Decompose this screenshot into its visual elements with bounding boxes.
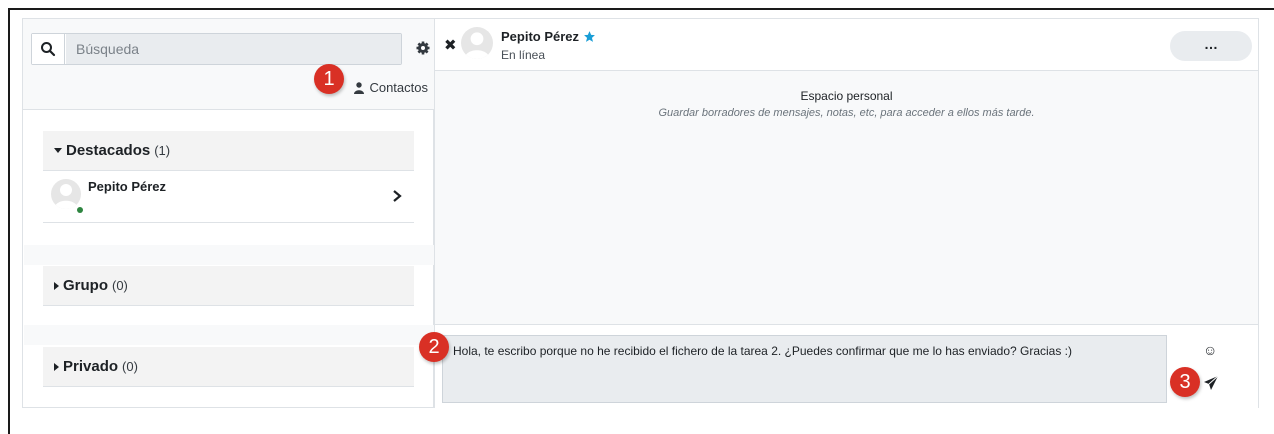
contacts-panel-header: Contactos [23, 19, 434, 110]
contacts-panel: Contactos Destacados (1) Pepito Pérez [22, 18, 434, 408]
section-group: Grupo (0) [43, 266, 414, 306]
star-icon [584, 31, 595, 42]
caret-down-icon [54, 148, 62, 153]
section-count: (1) [154, 143, 171, 158]
self-space-subtitle: Guardar borradores de mensajes, notas, e… [658, 107, 1035, 119]
peer-name-label: Pepito Pérez [501, 29, 580, 44]
contact-row[interactable]: Pepito Pérez [43, 171, 414, 223]
self-space-title: Espacio personal [800, 89, 893, 103]
search-input[interactable] [66, 34, 401, 64]
search-button[interactable] [32, 34, 65, 64]
user-icon [354, 81, 365, 94]
message-input[interactable]: Hola, te escribo porque no he recibido e… [442, 335, 1167, 403]
contacts-link[interactable]: Contactos [354, 80, 428, 95]
section-separator [24, 245, 434, 265]
section-title: Destacados [66, 142, 151, 159]
caret-right-icon [54, 362, 59, 371]
section-group-header[interactable]: Grupo (0) [43, 266, 414, 306]
annotation-marker-1: 1 [314, 64, 344, 94]
send-icon[interactable] [1203, 375, 1219, 391]
peer-name[interactable]: Pepito Pérez [501, 29, 596, 44]
search-icon [41, 42, 56, 57]
close-icon[interactable]: ✖ [444, 36, 457, 54]
section-private-header[interactable]: Privado (0) [43, 347, 414, 387]
chevron-right-icon [393, 190, 402, 202]
default-avatar-icon [464, 32, 490, 59]
caret-right-icon [54, 281, 59, 290]
conversation-header: ✖ Pepito Pérez En línea … [435, 19, 1258, 71]
contact-name: Pepito Pérez [88, 179, 167, 194]
online-indicator [77, 207, 83, 213]
section-starred: Destacados (1) Pepito Pérez [43, 131, 414, 223]
annotation-marker-2: 2 [419, 332, 449, 362]
section-title: Grupo [63, 277, 108, 294]
section-separator [24, 325, 434, 345]
contacts-link-label: Contactos [369, 80, 428, 95]
default-avatar-icon [54, 184, 78, 209]
section-title: Privado [63, 358, 119, 375]
annotation-marker-3: 3 [1170, 367, 1200, 397]
conversation-panel: ✖ Pepito Pérez En línea … Espacio person… [434, 18, 1259, 408]
peer-status: En línea [501, 48, 546, 62]
emoji-icon[interactable]: ☺ [1203, 342, 1217, 358]
gear-icon[interactable] [415, 40, 431, 56]
message-composer: Hola, te escribo porque no he recibido e… [435, 324, 1258, 408]
section-private: Privado (0) [43, 347, 414, 387]
section-starred-header[interactable]: Destacados (1) [43, 131, 414, 171]
search-box [31, 33, 402, 65]
section-count: (0) [122, 359, 138, 374]
section-count: (0) [112, 278, 128, 293]
peer-avatar [461, 27, 493, 59]
more-options-button[interactable]: … [1170, 31, 1252, 61]
avatar [51, 179, 81, 209]
